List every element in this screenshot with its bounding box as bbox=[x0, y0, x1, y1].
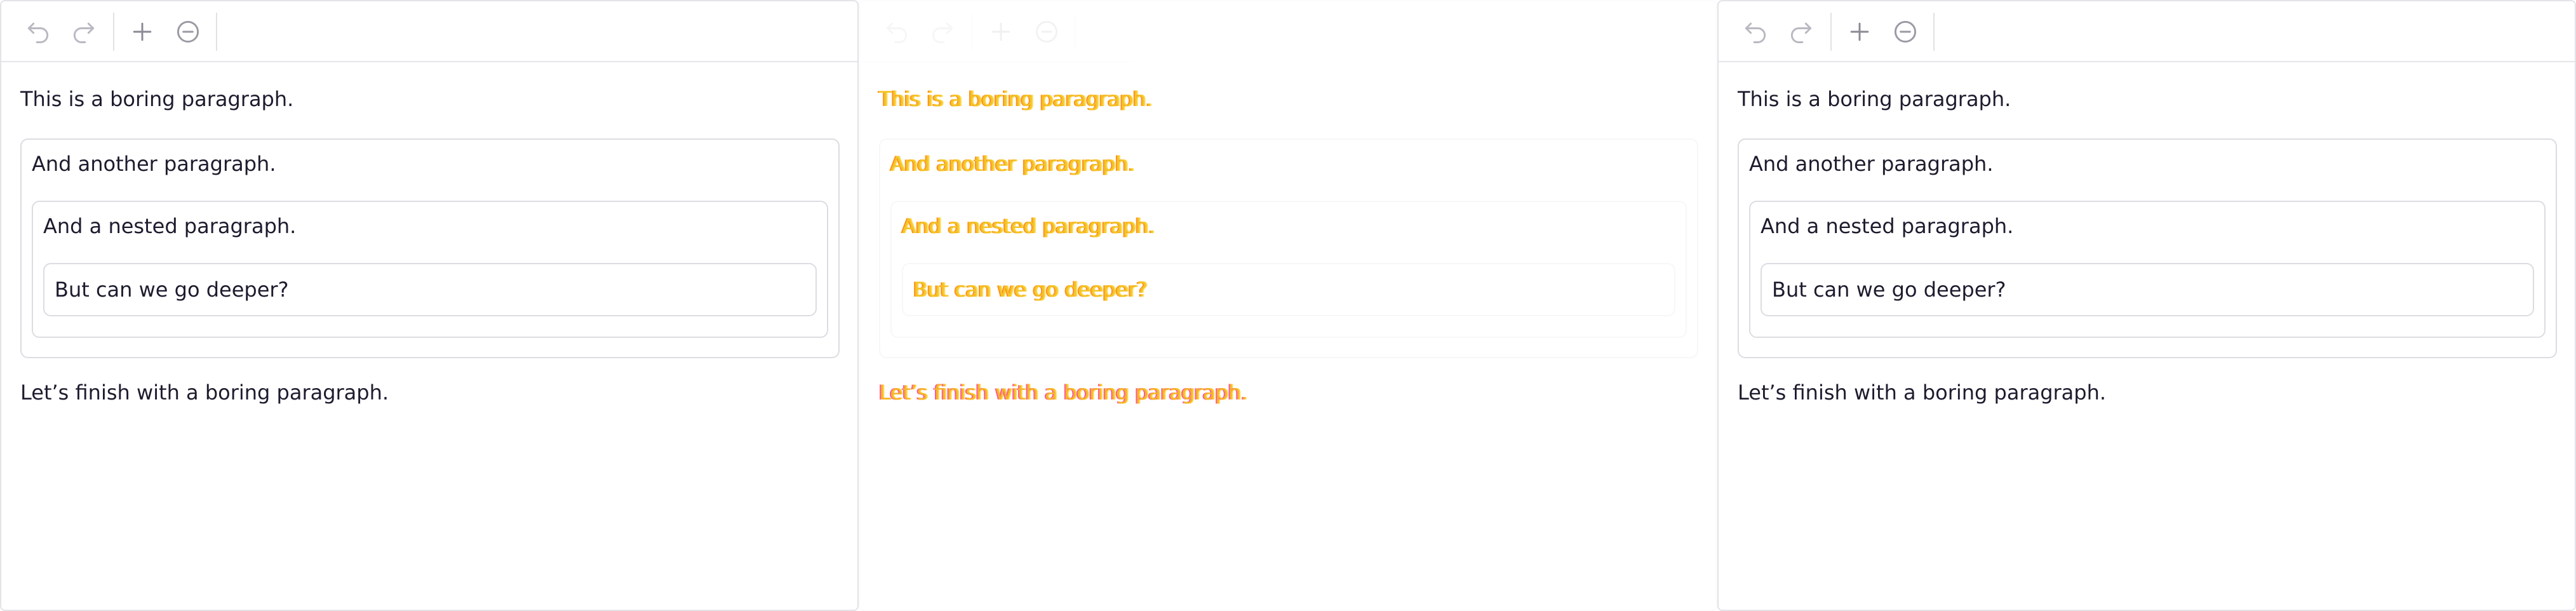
paragraph: And another paragraph. bbox=[890, 152, 1135, 176]
block-nested: And a nested paragraph. But can we go de… bbox=[890, 201, 1687, 338]
minus-circle-icon bbox=[1033, 18, 1061, 46]
paragraph: But can we go deeper? bbox=[55, 278, 289, 302]
paragraph: And another paragraph. bbox=[32, 152, 276, 176]
block-nested: And a nested paragraph. But can we go de… bbox=[32, 201, 828, 338]
redo-icon bbox=[929, 18, 956, 46]
toolbar-divider bbox=[1075, 13, 1076, 51]
block-outer: And another paragraph. And a nested para… bbox=[20, 138, 840, 358]
plus-icon bbox=[987, 18, 1015, 46]
remove-button[interactable] bbox=[171, 15, 205, 48]
paragraph: And a nested paragraph. bbox=[43, 214, 297, 238]
undo-button[interactable] bbox=[1739, 15, 1772, 48]
toolbar-divider bbox=[1830, 13, 1832, 51]
toolbar-divider bbox=[972, 13, 973, 51]
editor-right[interactable]: This is a boring paragraph. And another … bbox=[1717, 0, 2576, 611]
minus-circle-icon bbox=[174, 18, 202, 46]
plus-icon bbox=[1846, 18, 1874, 46]
block-outer: And another paragraph. And a nested para… bbox=[1738, 138, 2557, 358]
block-deepest: But can we go deeper? bbox=[43, 263, 817, 316]
paragraph: Let’s finish with a boring paragraph. bbox=[879, 380, 1248, 405]
editor-toolbar bbox=[1, 1, 857, 62]
undo-button bbox=[880, 15, 913, 48]
minus-circle-icon bbox=[1891, 18, 1919, 46]
redo-icon bbox=[70, 18, 98, 46]
paragraph: Let’s finish with a boring paragraph. bbox=[20, 380, 389, 405]
paragraph: And a nested paragraph. bbox=[1761, 214, 2014, 238]
block-deepest: But can we go deeper? bbox=[902, 263, 1675, 316]
toolbar-divider bbox=[113, 13, 114, 51]
editor-content: This is a boring paragraph. And another … bbox=[878, 62, 1698, 610]
editor-content[interactable]: This is a boring paragraph. And another … bbox=[1736, 62, 2557, 610]
toolbar-divider bbox=[216, 13, 217, 51]
paragraph: But can we go deeper? bbox=[913, 278, 1148, 302]
block-deepest: But can we go deeper? bbox=[1761, 263, 2534, 316]
add-button[interactable] bbox=[1843, 15, 1876, 48]
undo-icon bbox=[1741, 18, 1769, 46]
redo-button bbox=[926, 15, 959, 48]
block-nested: And a nested paragraph. But can we go de… bbox=[1749, 201, 2546, 338]
paragraph: This is a boring paragraph. bbox=[879, 87, 1153, 111]
redo-icon bbox=[1787, 18, 1815, 46]
paragraph: This is a boring paragraph. bbox=[1738, 87, 2011, 111]
redo-button[interactable] bbox=[1785, 15, 1818, 48]
paragraph: This is a boring paragraph. bbox=[20, 87, 294, 111]
undo-icon bbox=[24, 18, 52, 46]
editor-content[interactable]: This is a boring paragraph. And another … bbox=[19, 62, 840, 610]
block-outer: And another paragraph. And a nested para… bbox=[879, 138, 1698, 358]
paragraph: But can we go deeper? bbox=[1772, 278, 2006, 302]
toolbar-divider bbox=[1933, 13, 1935, 51]
paragraph: And another paragraph. bbox=[1749, 152, 1994, 176]
editor-diff: This is a boring paragraph. And another … bbox=[859, 0, 1717, 611]
editor-left[interactable]: This is a boring paragraph. And another … bbox=[0, 0, 859, 611]
undo-icon bbox=[883, 18, 911, 46]
paragraph: Let’s finish with a boring paragraph. bbox=[1738, 380, 2107, 405]
diff-view: This is a boring paragraph. And another … bbox=[0, 0, 2576, 611]
undo-button[interactable] bbox=[22, 15, 55, 48]
add-button[interactable] bbox=[126, 15, 159, 48]
editor-toolbar bbox=[1719, 1, 2575, 62]
redo-button[interactable] bbox=[67, 15, 100, 48]
editor-toolbar bbox=[860, 1, 1716, 62]
add-button bbox=[984, 15, 1017, 48]
plus-icon bbox=[128, 18, 156, 46]
remove-button bbox=[1030, 15, 1063, 48]
paragraph: And a nested paragraph. bbox=[902, 214, 1155, 238]
remove-button[interactable] bbox=[1889, 15, 1922, 48]
